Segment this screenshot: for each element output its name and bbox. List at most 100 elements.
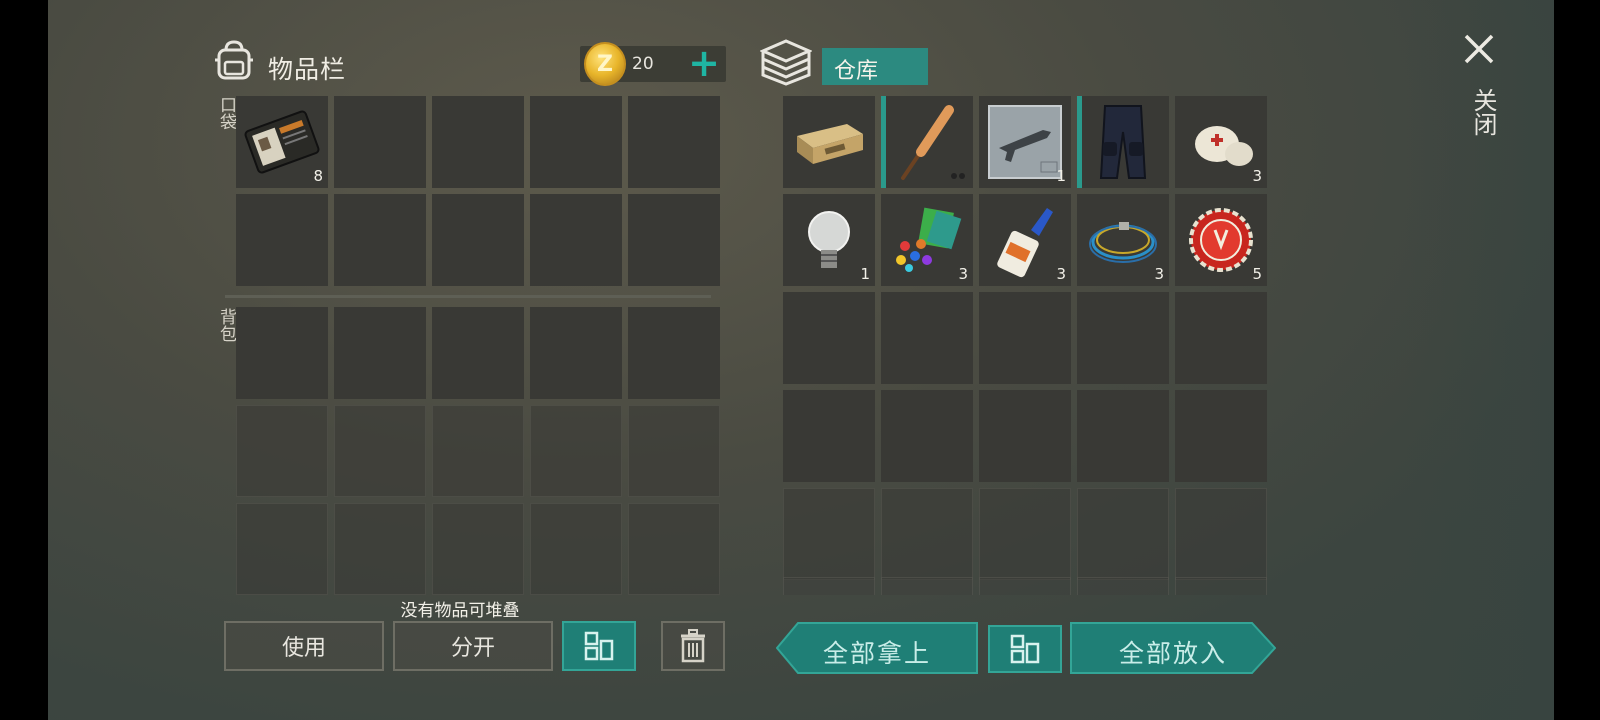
storage-slot[interactable] xyxy=(1077,292,1169,384)
item-count: 3 xyxy=(1154,265,1164,283)
storage-slot[interactable] xyxy=(881,292,973,384)
bandage-icon xyxy=(1195,126,1253,166)
locked-slot xyxy=(530,503,622,595)
currency-panel: Z 20 + xyxy=(580,42,726,86)
rifle-blueprint-icon xyxy=(988,105,1062,179)
item-count: 3 xyxy=(958,265,968,283)
pocket-grid: 8 xyxy=(236,96,720,286)
storage-slot[interactable] xyxy=(979,292,1071,384)
item-count: 3 xyxy=(1056,265,1066,283)
inventory-slot[interactable] xyxy=(432,96,524,188)
sort-grid-icon xyxy=(1010,634,1040,664)
inventory-slot[interactable] xyxy=(334,194,426,286)
locked-slot xyxy=(1175,488,1267,580)
ammo-crate-icon xyxy=(797,124,863,164)
storage-slot[interactable] xyxy=(1077,390,1169,482)
storage-slot[interactable]: 1 xyxy=(783,194,875,286)
wire-icon xyxy=(1089,222,1157,263)
use-button[interactable]: 使用 xyxy=(224,621,384,671)
inventory-slot[interactable] xyxy=(628,194,720,286)
put-all-button[interactable]: 全部放入 xyxy=(1070,622,1276,674)
inventory-slot[interactable] xyxy=(530,307,622,399)
locked-slot xyxy=(881,577,973,595)
item-count: 5 xyxy=(1252,265,1262,283)
locked-slot xyxy=(432,405,524,497)
storage-slot[interactable] xyxy=(881,96,973,188)
locked-slot xyxy=(881,488,973,580)
close-icon[interactable] xyxy=(1458,28,1500,70)
inventory-slot[interactable] xyxy=(334,96,426,188)
close-label[interactable]: 关闭 xyxy=(1466,88,1501,136)
put-all-label: 全部放入 xyxy=(1118,639,1227,668)
locked-slot xyxy=(334,503,426,595)
parts-icon xyxy=(896,207,962,272)
glue-icon xyxy=(997,208,1053,278)
storage-sort-button[interactable] xyxy=(988,625,1062,673)
locked-slot xyxy=(236,503,328,595)
pants-icon xyxy=(1099,105,1147,179)
storage-slot[interactable] xyxy=(1175,390,1267,482)
locked-slot xyxy=(530,405,622,497)
storage-slot[interactable] xyxy=(783,292,875,384)
storage-slot[interactable] xyxy=(881,390,973,482)
item-count: 1 xyxy=(860,265,870,283)
inventory-slot[interactable] xyxy=(628,307,720,399)
light-bulb-icon xyxy=(808,211,850,268)
storage-grid: 1 3 1 3 3 3 5 xyxy=(783,96,1267,580)
locked-slot xyxy=(1077,488,1169,580)
storage-slot[interactable] xyxy=(1175,292,1267,384)
locked-slot xyxy=(1175,577,1267,595)
locked-slot xyxy=(334,405,426,497)
inventory-title: 物品栏 xyxy=(268,55,347,84)
item-count: 3 xyxy=(1252,167,1262,185)
take-all-label: 全部拿上 xyxy=(822,639,931,668)
storage-slot[interactable]: 3 xyxy=(1175,96,1267,188)
take-all-button[interactable]: 全部拿上 xyxy=(776,622,978,674)
locked-slot xyxy=(236,405,328,497)
locked-slot xyxy=(628,405,720,497)
storage-slot[interactable]: 3 xyxy=(881,194,973,286)
item-count: 1 xyxy=(1056,167,1066,185)
inventory-slot[interactable] xyxy=(432,194,524,286)
section-divider xyxy=(225,295,711,298)
add-currency-button[interactable]: + xyxy=(684,44,724,82)
no-stack-message: 没有物品可堆叠 xyxy=(400,601,520,621)
locked-slot xyxy=(783,488,875,580)
inventory-slot[interactable]: 8 xyxy=(236,96,328,188)
storage-stack-icon xyxy=(760,39,812,86)
locked-slot xyxy=(432,503,524,595)
inventory-slot[interactable] xyxy=(628,96,720,188)
sort-button[interactable] xyxy=(562,621,636,671)
bottle-cap-icon xyxy=(1189,208,1253,272)
storage-slot[interactable] xyxy=(979,390,1071,482)
trash-icon xyxy=(681,629,705,663)
sort-grid-icon xyxy=(584,631,614,661)
inventory-slot[interactable] xyxy=(334,307,426,399)
z-coin-icon: Z xyxy=(584,42,626,86)
storage-slot[interactable] xyxy=(1077,96,1169,188)
backpack-grid xyxy=(236,307,720,595)
split-button[interactable]: 分开 xyxy=(393,621,553,671)
wallet-icon xyxy=(244,110,320,174)
storage-overflow-row xyxy=(783,577,1267,595)
baseball-bat-icon xyxy=(901,105,965,180)
storage-slot[interactable] xyxy=(783,390,875,482)
currency-value: 20 xyxy=(632,54,654,74)
inventory-slot[interactable] xyxy=(530,96,622,188)
storage-slot[interactable]: 1 xyxy=(979,96,1071,188)
storage-slot[interactable]: 5 xyxy=(1175,194,1267,286)
storage-slot[interactable]: 3 xyxy=(979,194,1071,286)
item-count: 8 xyxy=(313,167,323,185)
inventory-slot[interactable] xyxy=(236,194,328,286)
equipped-marker xyxy=(881,96,886,188)
inventory-slot[interactable] xyxy=(530,194,622,286)
tab-storage[interactable]: 仓库 xyxy=(822,48,928,85)
storage-slot[interactable]: 3 xyxy=(1077,194,1169,286)
inventory-slot[interactable] xyxy=(432,307,524,399)
discard-button[interactable] xyxy=(661,621,725,671)
locked-slot xyxy=(979,488,1071,580)
storage-slot[interactable] xyxy=(783,96,875,188)
equipped-marker xyxy=(1077,96,1082,188)
inventory-slot[interactable] xyxy=(236,307,328,399)
locked-slot xyxy=(979,577,1071,595)
